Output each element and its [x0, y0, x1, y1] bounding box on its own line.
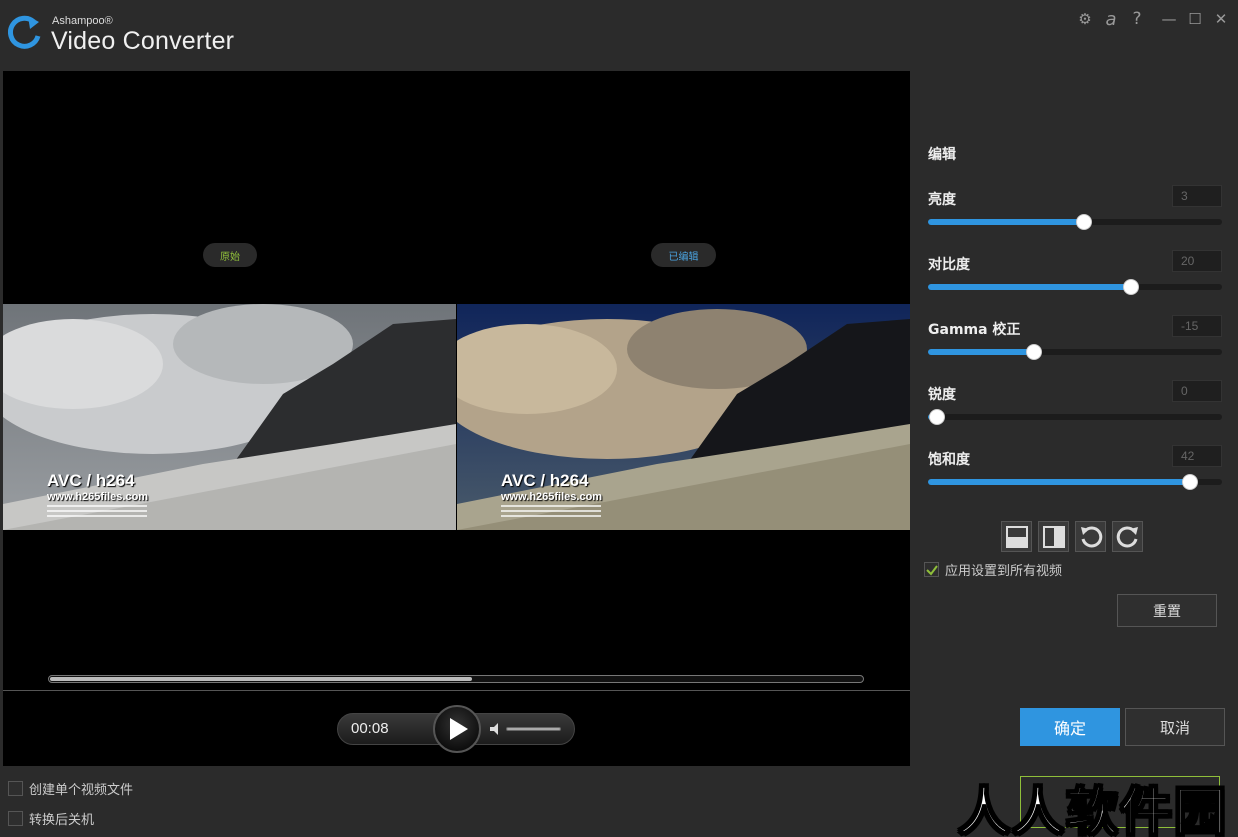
checkmark-icon: [925, 564, 938, 576]
video-overlay-url: www.h265files.com: [501, 491, 603, 503]
app-logo-icon: [8, 15, 41, 49]
playback-progress-bar[interactable]: [48, 675, 864, 683]
slider-label: 锐度: [928, 387, 956, 403]
split-horizontal-button[interactable]: [1001, 521, 1032, 552]
slider-value-field[interactable]: 0: [1172, 380, 1222, 402]
play-button[interactable]: [433, 705, 481, 753]
slider-thumb[interactable]: [1122, 279, 1139, 295]
slider-thumb[interactable]: [1025, 344, 1042, 360]
slider-value-field[interactable]: 42: [1172, 445, 1222, 467]
checkbox-box[interactable]: [8, 781, 23, 796]
close-icon[interactable]: ✕: [1211, 9, 1231, 29]
rotate-left-button[interactable]: [1075, 521, 1106, 552]
slider-value-field[interactable]: 20: [1172, 250, 1222, 272]
slider-fill: [928, 349, 1034, 355]
slider-value-field[interactable]: 3: [1172, 185, 1222, 207]
brand-company: Ashampoo®: [52, 15, 113, 27]
slider-thumb[interactable]: [928, 409, 945, 425]
split-vertical-button[interactable]: [1038, 521, 1069, 552]
minimize-icon[interactable]: —: [1159, 9, 1179, 29]
slider-thumb[interactable]: [1075, 214, 1092, 230]
slider-track[interactable]: [928, 474, 1222, 490]
ashampoo-a-icon[interactable]: a: [1101, 9, 1121, 30]
divider: [3, 690, 910, 691]
help-icon[interactable]: ?: [1127, 9, 1147, 29]
watermark-text: 人人软件园: [957, 782, 1229, 837]
panel-title: 编辑: [928, 147, 956, 163]
video-preview-area: 原始 已编辑 AVC / h264 www.h265files.com AVC …: [3, 71, 910, 766]
slider-track[interactable]: [928, 214, 1222, 230]
slider-track[interactable]: [928, 279, 1222, 295]
rotate-right-icon: [1116, 525, 1138, 547]
slider-fill: [928, 479, 1190, 485]
split-horizontal-icon: [1005, 525, 1028, 548]
video-overlay-title: AVC / h264: [47, 471, 135, 490]
settings-gear-icon[interactable]: ⚙: [1075, 9, 1095, 29]
original-video-frame: AVC / h264 www.h265files.com: [3, 304, 456, 530]
video-overlay-meta: [47, 505, 147, 520]
app-title: Video Converter: [51, 27, 235, 55]
slider-track[interactable]: [928, 409, 1222, 425]
maximize-icon[interactable]: ☐: [1185, 9, 1205, 29]
reset-button[interactable]: 重置: [1117, 594, 1217, 627]
slider-fill: [928, 284, 1131, 290]
slider-track[interactable]: [928, 344, 1222, 360]
checkbox-box[interactable]: [8, 811, 23, 826]
slider-label: 亮度: [928, 192, 956, 208]
volume-icon[interactable]: [488, 721, 504, 737]
ok-button[interactable]: 确定: [1020, 708, 1120, 746]
player-controls: 00:08: [337, 705, 575, 753]
slider-label: 饱和度: [928, 452, 970, 468]
edit-panel: 编辑 亮度 3 对比度 20 Gamma 校正 -15 锐度 0 饱和度 42 应用设置到所有视频…: [910, 71, 1238, 766]
current-time: 00:08: [351, 720, 389, 737]
apply-all-label: 应用设置到所有视频: [945, 564, 1063, 579]
slider-label: Gamma 校正: [928, 322, 1021, 338]
shutdown-label: 转换后关机: [29, 813, 95, 828]
rotate-left-icon: [1080, 525, 1102, 547]
single-file-checkbox[interactable]: 创建单个视频文件: [8, 779, 133, 798]
playback-progress-fill: [50, 677, 473, 681]
app-window: Ashampoo® Video Converter ⚙ a ? — ☐ ✕ 原始…: [0, 0, 1238, 837]
shutdown-checkbox[interactable]: 转换后关机: [8, 809, 94, 828]
volume-slider[interactable]: [506, 727, 561, 731]
apply-all-checkbox[interactable]: 应用设置到所有视频: [924, 560, 1062, 579]
video-overlay-meta: [501, 505, 601, 520]
slider-label: 对比度: [928, 257, 970, 273]
single-file-label: 创建单个视频文件: [29, 783, 134, 798]
split-vertical-icon: [1042, 525, 1065, 548]
edited-label: 已编辑: [651, 243, 716, 267]
play-icon: [450, 718, 468, 740]
slider-fill: [928, 219, 1084, 225]
cancel-button[interactable]: 取消: [1125, 708, 1225, 746]
original-label: 原始: [203, 243, 257, 267]
video-overlay-title: AVC / h264: [501, 471, 589, 490]
checkbox-box[interactable]: [924, 562, 939, 577]
slider-thumb[interactable]: [1181, 474, 1198, 490]
video-overlay-url: www.h265files.com: [47, 491, 149, 503]
edited-video-frame: AVC / h264 www.h265files.com: [457, 304, 910, 530]
slider-value-field[interactable]: -15: [1172, 315, 1222, 337]
rotate-right-button[interactable]: [1112, 521, 1143, 552]
